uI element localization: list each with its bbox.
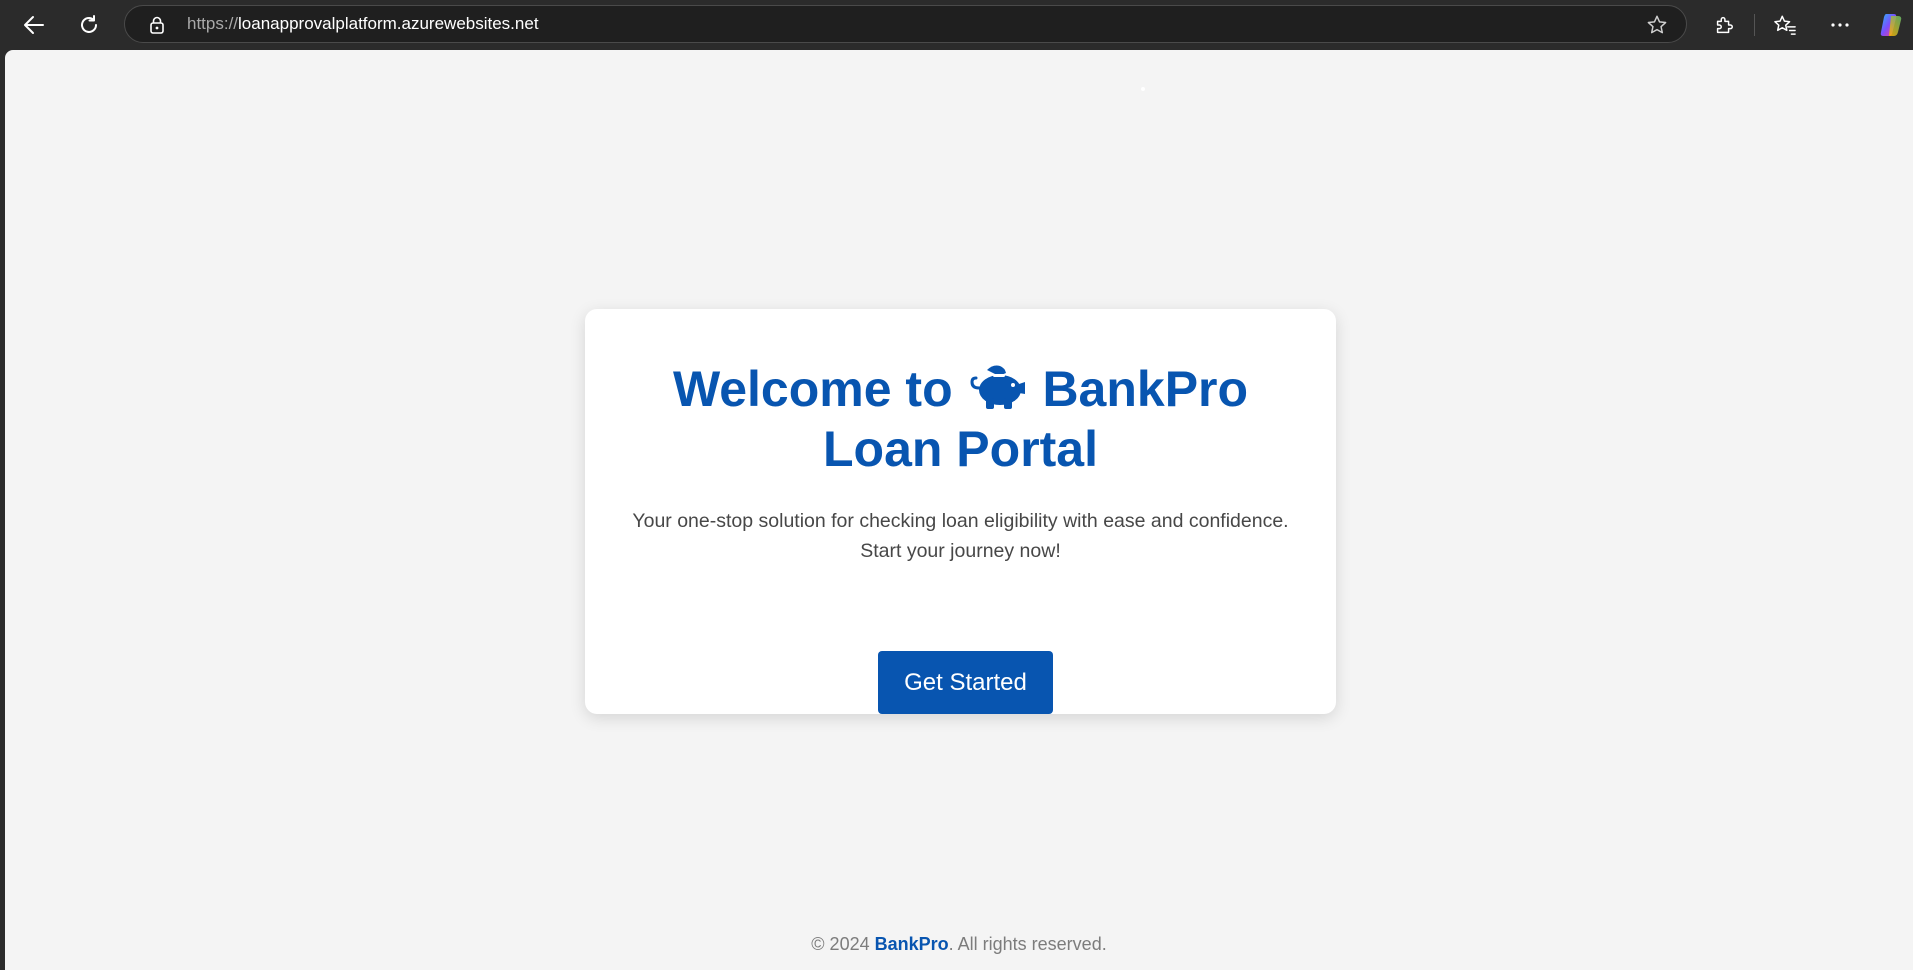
subtitle-line-1: Your one-stop solution for checking loan… — [632, 510, 1289, 532]
page-viewport: Welcome to BankPro Loan Portal Your one-… — [5, 50, 1913, 970]
title-welcome-text: Welcome to — [672, 361, 953, 417]
address-bar[interactable]: https://loanapprovalplatform.azurewebsit… — [124, 5, 1687, 43]
url-text[interactable]: https://loanapprovalplatform.azurewebsit… — [187, 6, 539, 42]
copilot-icon[interactable] — [1878, 12, 1904, 38]
puzzle-icon — [1716, 16, 1733, 34]
star-icon[interactable] — [1646, 14, 1668, 36]
footer-suffix: . All rights reserved. — [948, 934, 1107, 954]
refresh-icon — [81, 15, 97, 33]
favorites-button[interactable] — [1769, 9, 1801, 41]
subtitle-line-2: Start your journey now! — [860, 540, 1061, 562]
hero-subtitle: Your one-stop solution for checking loan… — [585, 506, 1336, 566]
get-started-button[interactable]: Get Started — [878, 651, 1053, 714]
footer-brand: BankPro — [874, 934, 949, 954]
url-host: loanapprovalplatform.azurewebsites.net — [238, 14, 539, 33]
url-scheme: https:// — [187, 14, 239, 33]
title-brand-text: BankPro — [1042, 361, 1249, 417]
page-title: Welcome to BankPro Loan Portal — [585, 359, 1336, 479]
piggy-bank-icon — [970, 365, 1025, 409]
browser-toolbar: https://loanapprovalplatform.azurewebsit… — [0, 0, 1913, 50]
extensions-button[interactable] — [1708, 9, 1740, 41]
title-line-2: Loan Portal — [822, 421, 1099, 477]
decorative-dot — [1141, 87, 1145, 91]
more-button[interactable] — [1824, 9, 1856, 41]
favorites-star-icon — [1774, 15, 1796, 35]
footer: © 2024 BankPro. All rights reserved. — [5, 932, 1913, 956]
welcome-card: Welcome to BankPro Loan Portal Your one-… — [585, 309, 1336, 714]
refresh-button[interactable] — [73, 9, 105, 41]
more-dots-icon — [1831, 23, 1849, 27]
footer-prefix: © 2024 — [811, 934, 875, 954]
title-line-1: Welcome to BankPro — [585, 359, 1336, 419]
toolbar-separator — [1754, 14, 1755, 36]
back-arrow-icon — [24, 16, 44, 34]
lock-icon[interactable] — [149, 16, 165, 34]
back-button[interactable] — [18, 9, 50, 41]
